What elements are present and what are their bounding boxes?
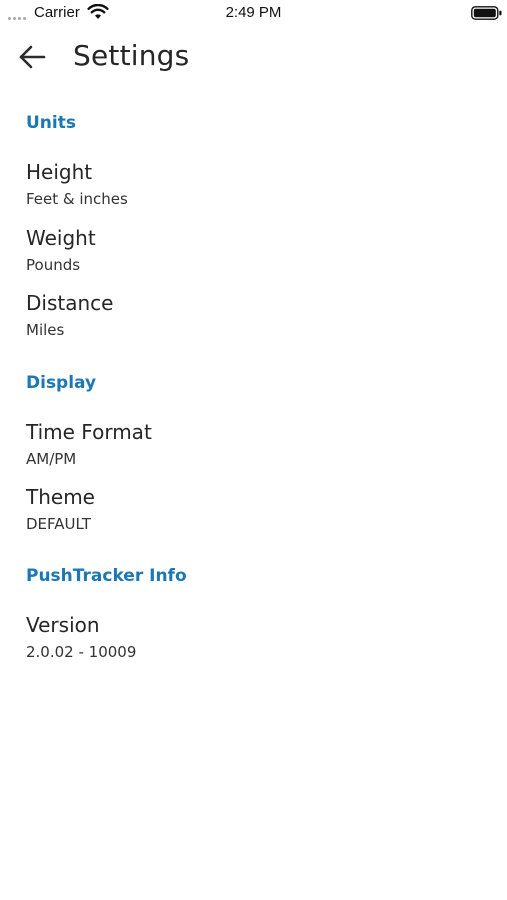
- setting-value: Pounds: [26, 256, 81, 274]
- setting-distance[interactable]: Distance Miles: [0, 291, 507, 345]
- app-bar: Settings: [0, 32, 507, 82]
- section-header-units: Units: [26, 113, 76, 133]
- setting-title: Weight: [26, 226, 96, 250]
- setting-title: Distance: [26, 291, 114, 315]
- setting-title: Version: [26, 613, 100, 637]
- setting-height[interactable]: Height Feet & inches: [0, 160, 507, 214]
- status-bar: Carrier 2:49 PM: [0, 0, 507, 26]
- setting-value: Miles: [26, 321, 65, 339]
- setting-title: Theme: [26, 485, 95, 509]
- setting-time-format[interactable]: Time Format AM/PM: [0, 420, 507, 474]
- section-header-pushtracker-info: PushTracker Info: [26, 566, 187, 586]
- section-header-display: Display: [26, 373, 97, 393]
- back-button[interactable]: [16, 42, 48, 72]
- battery-icon: [471, 6, 502, 20]
- setting-title: Time Format: [26, 420, 152, 444]
- setting-value: Feet & inches: [26, 190, 128, 208]
- arrow-left-icon: [19, 45, 46, 69]
- setting-value: 2.0.02 - 10009: [26, 643, 137, 661]
- setting-theme[interactable]: Theme DEFAULT: [0, 485, 507, 539]
- setting-value: AM/PM: [26, 450, 77, 468]
- setting-version: Version 2.0.02 - 10009: [0, 613, 507, 667]
- page-title: Settings: [73, 39, 190, 72]
- setting-value: DEFAULT: [26, 515, 91, 533]
- setting-weight[interactable]: Weight Pounds: [0, 226, 507, 280]
- clock: 2:49 PM: [225, 4, 282, 21]
- setting-title: Height: [26, 160, 93, 184]
